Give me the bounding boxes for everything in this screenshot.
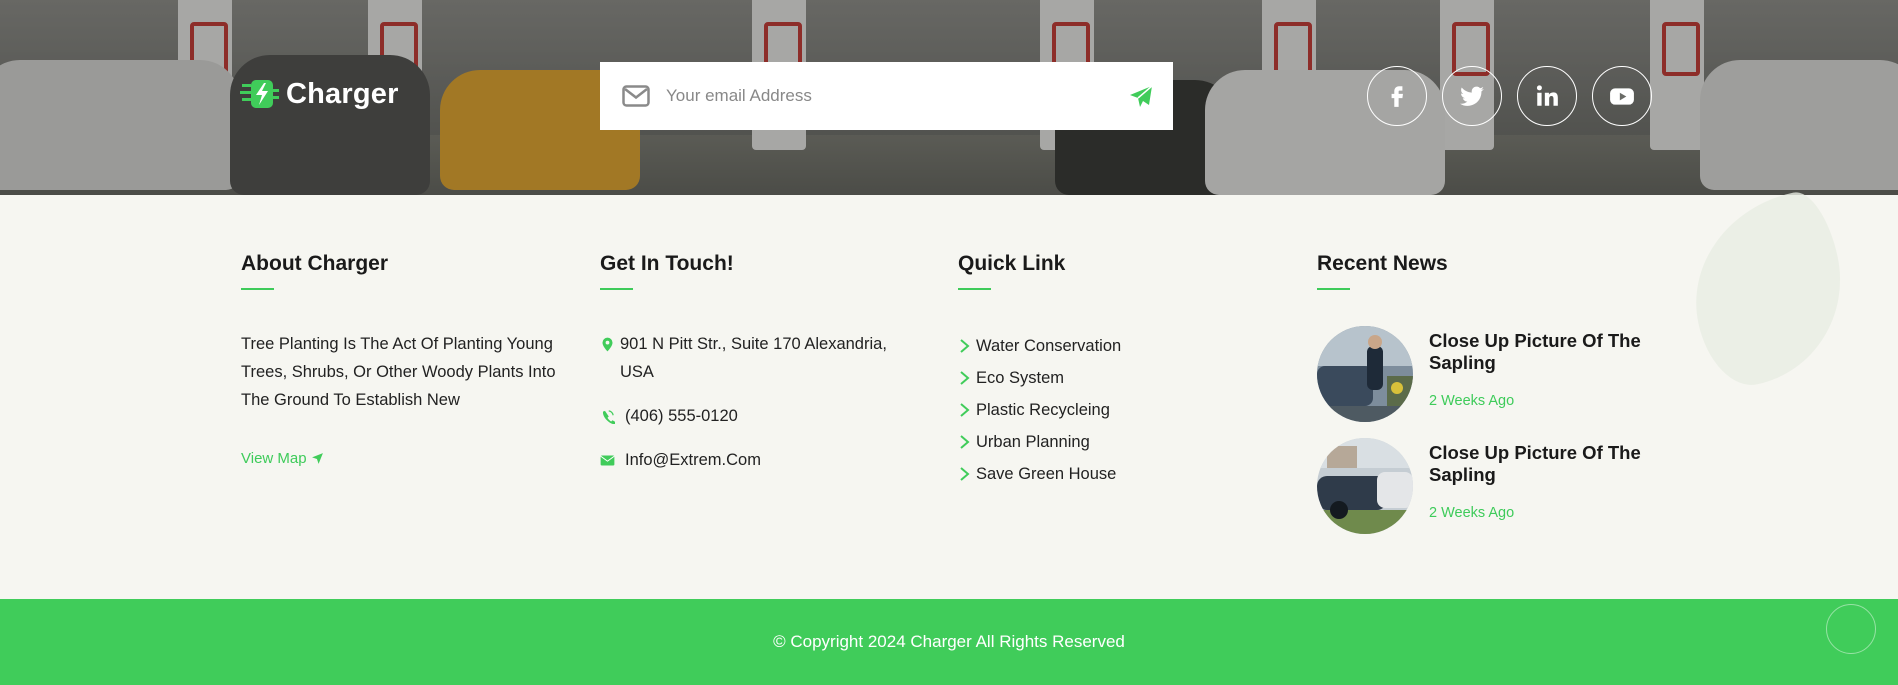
- news-photo: [1317, 438, 1413, 534]
- quick-link-item[interactable]: Plastic Recycleing: [958, 394, 1278, 426]
- quick-link-item[interactable]: Save Green House: [958, 458, 1278, 490]
- email-input[interactable]: [666, 86, 1096, 106]
- view-map-link[interactable]: View Map: [241, 450, 324, 467]
- heading-underline: [600, 288, 633, 290]
- heading-underline: [241, 288, 274, 290]
- phone-icon: [602, 410, 615, 424]
- news-thumbnail[interactable]: [1317, 438, 1413, 534]
- news-date: 2 Weeks Ago: [1429, 505, 1515, 521]
- newsletter-form: [600, 62, 1173, 130]
- about-heading: About Charger: [241, 252, 388, 275]
- facebook-button[interactable]: [1367, 66, 1427, 126]
- twitter-button[interactable]: [1442, 66, 1502, 126]
- map-pin-icon: [602, 337, 613, 352]
- quick-links-list: Water Conservation Eco System Plastic Re…: [958, 330, 1278, 490]
- facebook-icon: [1391, 86, 1403, 107]
- quick-link-item[interactable]: Urban Planning: [958, 426, 1278, 458]
- chevron-right-icon: [960, 371, 970, 385]
- quick-link-item[interactable]: Eco System: [958, 362, 1278, 394]
- social-links: [1367, 66, 1652, 126]
- footer-banner: Charger: [0, 0, 1898, 195]
- chevron-right-icon: [960, 403, 970, 417]
- chevron-right-icon: [960, 339, 970, 353]
- contact-list: 901 N Pitt Str., Suite 170 Alexandria, U…: [600, 330, 920, 474]
- news-list: Close Up Picture Of The Sapling 2 Weeks …: [1317, 326, 1677, 534]
- paper-plane-icon[interactable]: [1129, 85, 1153, 109]
- envelope-icon: [600, 455, 615, 466]
- quick-link-label: Save Green House: [976, 464, 1117, 483]
- location-arrow-icon: [311, 453, 323, 464]
- news-date: 2 Weeks Ago: [1429, 393, 1515, 409]
- scroll-to-top-button[interactable]: [1826, 604, 1876, 654]
- view-map-label: View Map: [241, 450, 307, 467]
- envelope-icon: [622, 85, 650, 107]
- contact-phone[interactable]: (406) 555-0120: [600, 402, 920, 430]
- quick-link-label: Water Conservation: [976, 336, 1122, 355]
- phone-text: (406) 555-0120: [625, 407, 738, 425]
- twitter-icon: [1460, 86, 1484, 106]
- copyright-bar: © Copyright 2024 Charger All Rights Rese…: [0, 599, 1898, 685]
- copyright-text: © Copyright 2024 Charger All Rights Rese…: [773, 632, 1125, 651]
- news-item: Close Up Picture Of The Sapling 2 Weeks …: [1317, 438, 1677, 534]
- news-thumbnail[interactable]: [1317, 326, 1413, 422]
- news-item: Close Up Picture Of The Sapling 2 Weeks …: [1317, 326, 1677, 422]
- address-text: 901 N Pitt Str., Suite 170 Alexandria, U…: [620, 335, 887, 381]
- chevron-right-icon: [960, 467, 970, 481]
- contact-email[interactable]: Info@Extrem.Com: [600, 446, 920, 474]
- linkedin-button[interactable]: [1517, 66, 1577, 126]
- charger-plug-icon: [240, 80, 279, 108]
- contact-heading: Get In Touch!: [600, 252, 734, 275]
- quick-link-label: Urban Planning: [976, 432, 1090, 451]
- quick-link-item[interactable]: Water Conservation: [958, 330, 1278, 362]
- quick-links-column: Quick Link Water Conservation Eco System…: [958, 252, 1278, 490]
- decorative-leaf: [1675, 186, 1861, 394]
- heading-underline: [1317, 288, 1350, 290]
- quick-link-label: Plastic Recycleing: [976, 400, 1110, 419]
- chevron-right-icon: [960, 435, 970, 449]
- quick-links-heading: Quick Link: [958, 252, 1066, 275]
- linkedin-icon: [1536, 85, 1558, 106]
- about-column: About Charger Tree Planting Is The Act O…: [241, 252, 571, 468]
- contact-address: 901 N Pitt Str., Suite 170 Alexandria, U…: [600, 330, 920, 386]
- brand-name: Charger: [286, 77, 399, 110]
- news-photo: [1317, 326, 1413, 422]
- news-title[interactable]: Close Up Picture Of The Sapling: [1429, 330, 1659, 374]
- brand-logo[interactable]: Charger: [240, 76, 399, 112]
- email-text: Info@Extrem.Com: [625, 451, 761, 469]
- contact-column: Get In Touch! 901 N Pitt Str., Suite 170…: [600, 252, 920, 474]
- recent-news-heading: Recent News: [1317, 252, 1448, 275]
- heading-underline: [958, 288, 991, 290]
- recent-news-column: Recent News Close Up Picture Of The Sapl…: [1317, 252, 1677, 550]
- news-title[interactable]: Close Up Picture Of The Sapling: [1429, 442, 1659, 486]
- quick-link-label: Eco System: [976, 368, 1065, 387]
- youtube-button[interactable]: [1592, 66, 1652, 126]
- youtube-icon: [1610, 88, 1634, 105]
- about-text: Tree Planting Is The Act Of Planting You…: [241, 335, 556, 409]
